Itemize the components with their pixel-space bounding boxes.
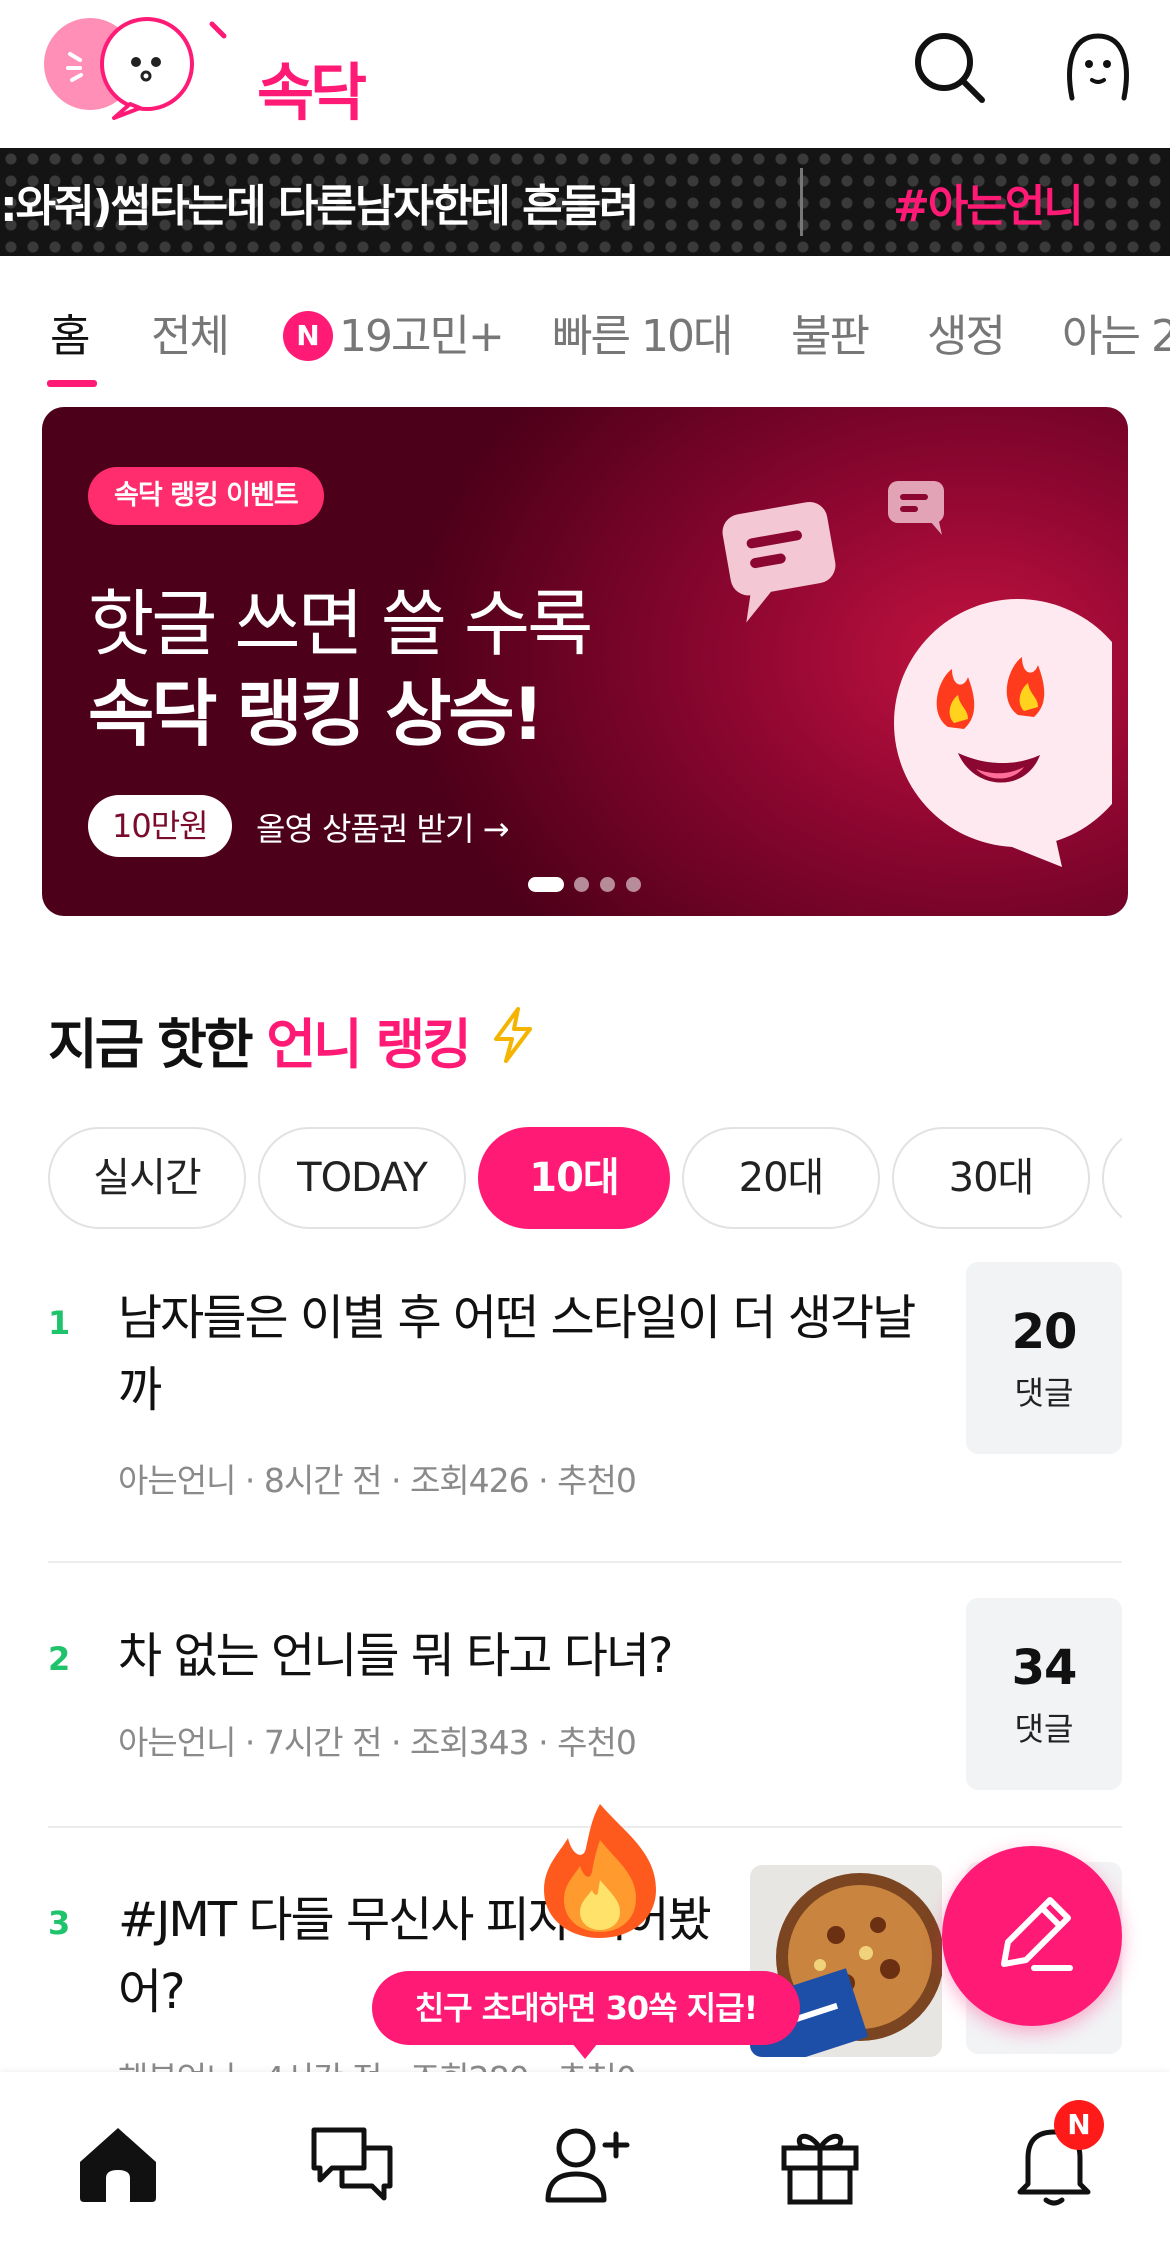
filter-chip-more[interactable] — [1102, 1127, 1122, 1229]
ticker-tag[interactable]: #아는언니 — [893, 170, 1084, 234]
tab-19-worry[interactable]: N 19고민+ — [283, 300, 505, 364]
nav-gift[interactable] — [770, 2112, 870, 2212]
rank-number: 3 — [48, 1904, 71, 1942]
notification-badge: N — [1054, 2100, 1104, 2150]
ranking-section-title: 지금 핫한 언니 랭킹 — [48, 1000, 472, 1079]
filter-chip-30s[interactable]: 30대 — [892, 1127, 1090, 1229]
category-tabs: 홈 전체 N 19고민+ 빠른 10대 불판 생정 아는 2 — [0, 256, 1170, 388]
filter-chip-today[interactable]: TODAY — [258, 1127, 466, 1229]
list-item[interactable]: 2 차 없는 언니들 뭐 타고 다녀? 아는언니 · 7시간 전 · 조회343… — [0, 1598, 1170, 1828]
fire-icon — [544, 1804, 656, 1938]
banner-cta[interactable]: 올영 상품권 받기 → — [256, 804, 509, 850]
rank-number: 1 — [48, 1304, 71, 1342]
comment-count-box[interactable]: 34 댓글 — [966, 1598, 1122, 1790]
filter-chip-20s[interactable]: 20대 — [682, 1127, 880, 1229]
banner-event-pill: 속닥 랭킹 이벤트 — [88, 467, 324, 525]
write-post-button[interactable] — [942, 1846, 1122, 2026]
post-meta: 아는언니 · 8시간 전 · 조회426 · 추천0 — [118, 1461, 637, 1500]
gift-icon — [781, 2133, 859, 2205]
post-title[interactable]: 차 없는 언니들 뭐 타고 다녀? — [118, 1620, 938, 1692]
pencil-icon — [1001, 1897, 1073, 1971]
banner-dot — [528, 877, 564, 892]
active-tab-indicator — [47, 380, 97, 387]
ranking-filter-chips: 실시간 TODAY 10대 20대 30대 — [0, 1127, 1122, 1231]
chat-icon — [311, 2127, 393, 2201]
filter-chip-realtime[interactable]: 실시간 — [48, 1127, 246, 1229]
tooltip-tail — [572, 2043, 598, 2059]
invite-tooltip[interactable]: 친구 초대하면 30쏙 지급! — [372, 1971, 800, 2045]
tab-bulpan[interactable]: 불판 — [791, 300, 870, 364]
banner-headline-2: 속닥 랭킹 상승! — [88, 672, 544, 756]
comment-label: 댓글 — [1014, 1374, 1074, 1412]
list-item[interactable]: 1 남자들은 이별 후 어떤 스타일이 더 생각날까 아는언니 · 8시간 전 … — [0, 1262, 1170, 1562]
tab-all[interactable]: 전체 — [151, 300, 230, 364]
app-header: 속닥 — [0, 0, 1170, 148]
nav-home[interactable] — [68, 2112, 168, 2212]
post-meta: 아는언니 · 7시간 전 · 조회343 · 추천0 — [118, 1723, 637, 1762]
fire-eyes-mascot-icon — [722, 481, 1112, 867]
rank-number: 2 — [48, 1640, 71, 1678]
logo-text: 속닥 — [257, 56, 367, 129]
tab-aneun[interactable]: 아는 2 — [1062, 300, 1170, 364]
add-friend-icon — [545, 2128, 630, 2203]
banner-amount-pill: 10만원 — [88, 795, 232, 857]
ranking-title-highlight: 언니 랭킹 — [266, 1013, 472, 1076]
ticker-divider — [800, 168, 803, 236]
logo-mascot-icon — [44, 17, 227, 120]
comment-count: 34 — [1011, 1640, 1078, 1696]
comment-count-box[interactable]: 20 댓글 — [966, 1262, 1122, 1454]
home-icon — [80, 2128, 156, 2202]
comment-count: 20 — [1011, 1304, 1078, 1360]
tab-fast-teens[interactable]: 빠른 10대 — [552, 300, 733, 364]
new-badge: N — [283, 311, 333, 361]
nav-chat[interactable] — [302, 2112, 402, 2212]
banner-dot — [600, 877, 615, 892]
nav-invite-friend[interactable] — [536, 2112, 636, 2212]
post-title[interactable]: 남자들은 이별 후 어떤 스타일이 더 생각날까 — [118, 1282, 938, 1426]
lightning-icon — [494, 1007, 532, 1063]
list-divider — [48, 1561, 1122, 1563]
event-banner[interactable]: 속닥 랭킹 이벤트 핫글 쓰면 쓸 수록 속닥 랭킹 상승! 10만원 올영 상… — [42, 407, 1128, 916]
tab-label: 19고민+ — [339, 311, 505, 362]
trending-ticker[interactable]: :와줘)썸타는데 다른남자한테 흔들려 #아는언니 — [0, 148, 1170, 256]
ticker-text[interactable]: :와줘)썸타는데 다른남자한테 흔들려 — [0, 170, 640, 234]
filter-chip-10s[interactable]: 10대 — [478, 1127, 670, 1229]
comment-label: 댓글 — [1014, 1710, 1074, 1748]
banner-dot — [574, 877, 589, 892]
app-logo[interactable]: 속닥 — [44, 14, 367, 129]
tab-saengjeong[interactable]: 생정 — [927, 300, 1006, 364]
search-icon[interactable] — [910, 28, 990, 108]
tab-home[interactable]: 홈 — [50, 300, 91, 364]
bottom-navigation — [0, 2072, 1170, 2253]
ranking-title-prefix: 지금 핫한 — [48, 1013, 267, 1076]
banner-dot — [626, 877, 641, 892]
profile-icon[interactable] — [1058, 28, 1138, 108]
